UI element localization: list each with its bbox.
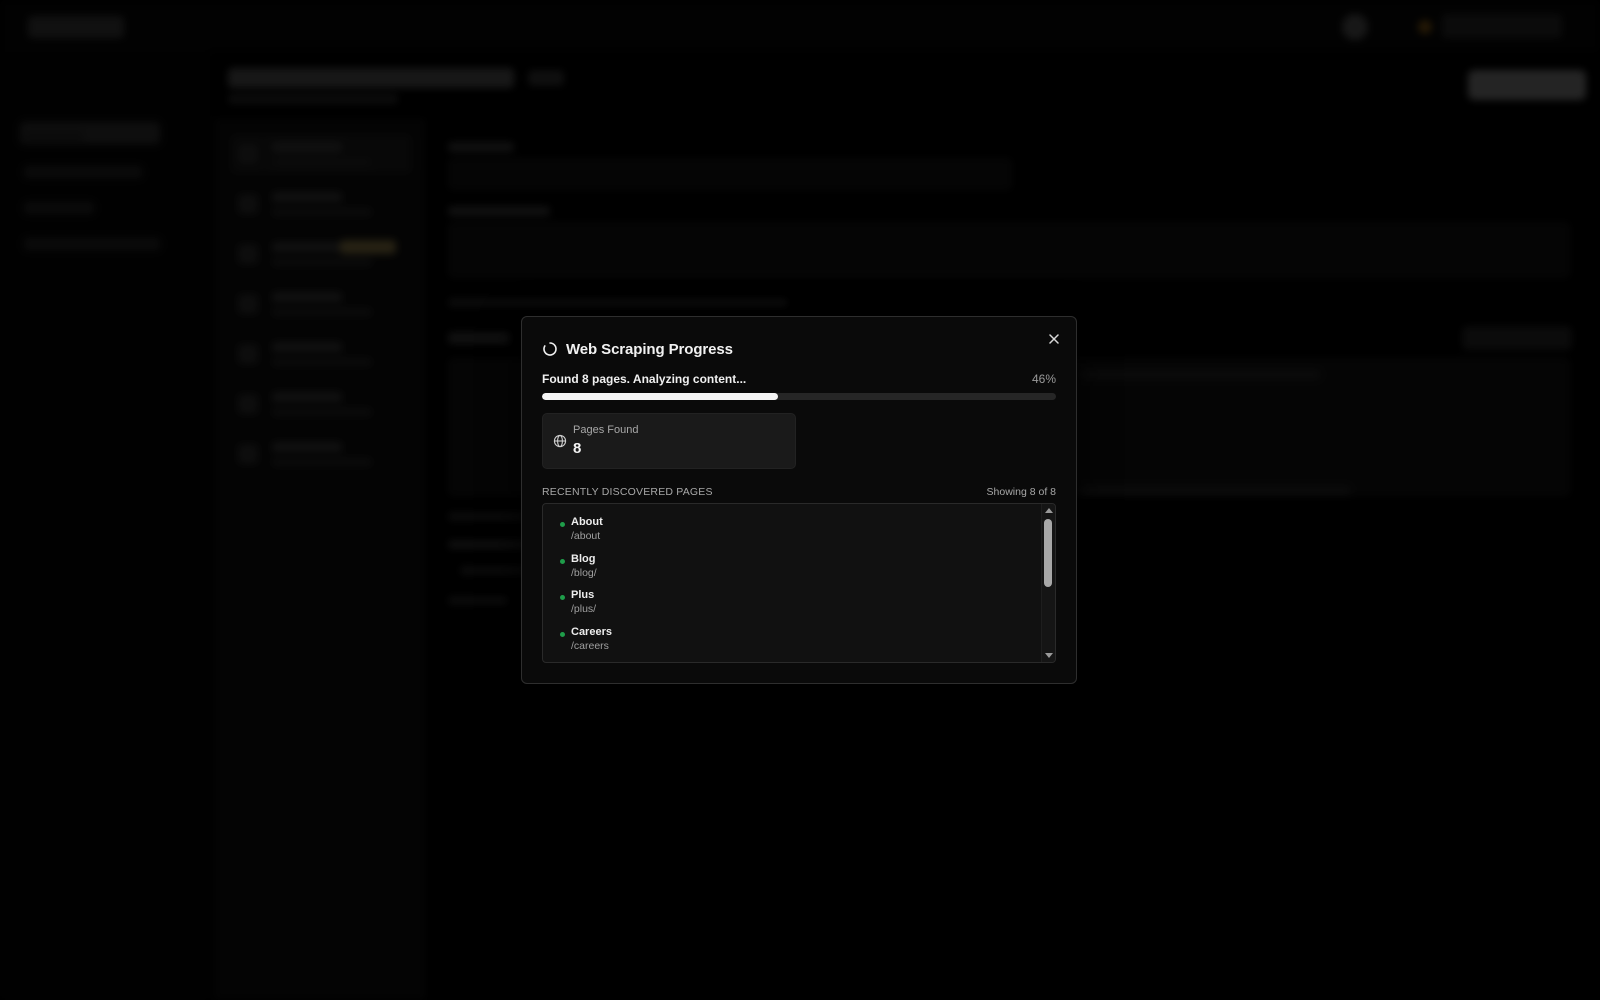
status-dot-icon (560, 558, 565, 564)
close-button[interactable] (1044, 329, 1064, 349)
list-item: Plus /plus/ (543, 589, 1041, 626)
stat-label: Pages Found (573, 424, 639, 436)
scraping-progress-dialog: Web Scraping Progress Found 8 pages. Ana… (521, 316, 1077, 684)
page-path-text: /blog/ (571, 566, 597, 579)
progress-bar (542, 393, 1056, 400)
progress-fill (542, 393, 779, 400)
list-scrollbar[interactable] (1041, 504, 1055, 662)
status-row: Found 8 pages. Analyzing content... 46% (542, 371, 1056, 387)
list-item: About /about (543, 516, 1041, 553)
status-dot-icon (560, 595, 565, 600)
list-item: Careers /careers (543, 626, 1041, 663)
dialog-title: Web Scraping Progress (566, 340, 733, 358)
dialog-header: Web Scraping Progress (542, 339, 733, 359)
page-title-text: Blog (571, 552, 596, 565)
list-items: About /about Blog /blog/ Plus /plus/ Car… (543, 516, 1041, 662)
stat-value: 8 (573, 440, 582, 457)
status-dot-icon (560, 522, 565, 527)
spinner-icon (543, 342, 557, 356)
status-text: Found 8 pages. Analyzing content... (542, 372, 747, 386)
page-title-text: Plus (571, 589, 595, 601)
pages-found-card: Pages Found 8 (542, 413, 796, 469)
list-count: Showing 8 of 8 (986, 486, 1056, 498)
progress-percent: 46% (1031, 372, 1056, 386)
page-title-text: About (571, 516, 603, 528)
scroll-thumb[interactable] (1044, 519, 1052, 587)
status-dot-icon (560, 631, 565, 637)
page-path-text: /about (571, 530, 601, 542)
list-item: Blog /blog/ (543, 553, 1041, 590)
list-header: RECENTLY DISCOVERED PAGES Showing 8 of 8 (542, 485, 1056, 499)
page-title-text: Careers (571, 625, 612, 638)
list-title: RECENTLY DISCOVERED PAGES (542, 486, 713, 498)
page-path-text: /careers (571, 639, 609, 652)
scroll-up-icon[interactable] (1045, 508, 1053, 513)
discovered-pages-list[interactable]: About /about Blog /blog/ Plus /plus/ Car… (542, 503, 1056, 663)
page-path-text: /plus/ (571, 603, 597, 615)
close-icon (1049, 334, 1059, 344)
globe-icon (553, 434, 567, 448)
scroll-down-icon[interactable] (1045, 653, 1053, 658)
